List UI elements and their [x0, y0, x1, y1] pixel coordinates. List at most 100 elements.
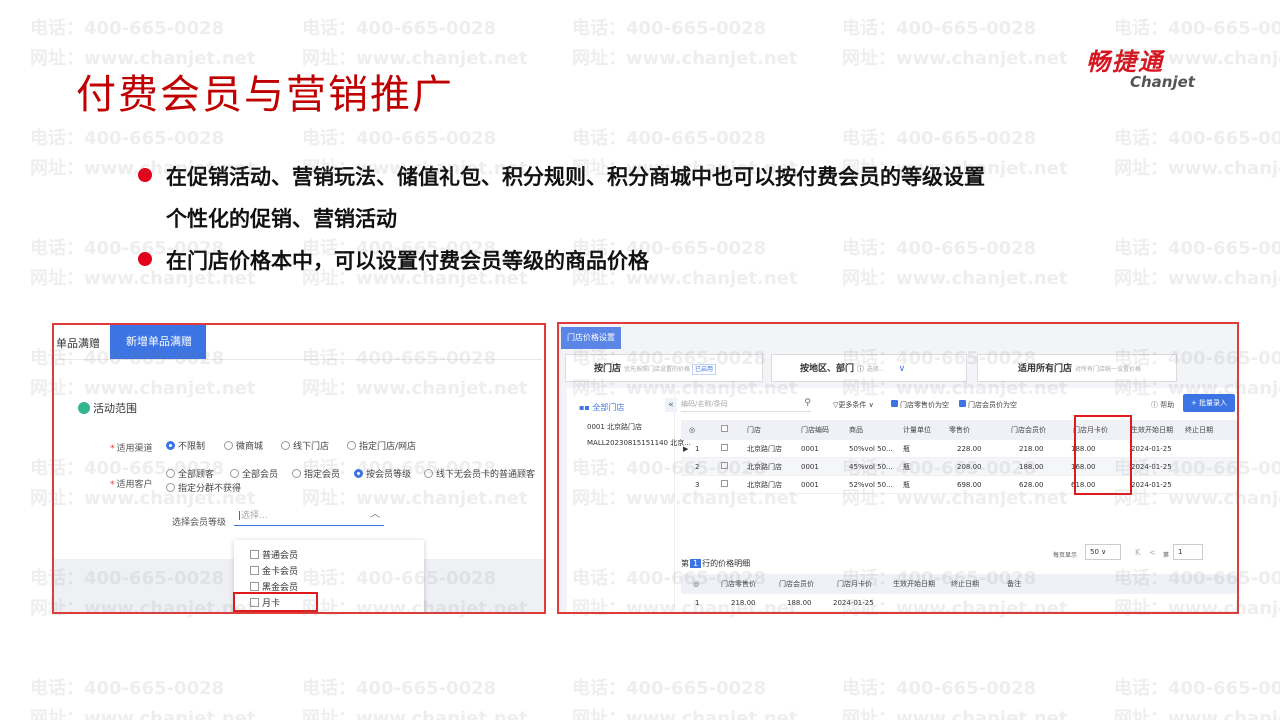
radio-label: 线下门店 [293, 442, 330, 452]
channel-radio-wechat[interactable]: 微商城 [224, 439, 263, 452]
tree-item-store[interactable]: 0001 北京路门店 [587, 422, 642, 432]
page-input[interactable]: 1 [1173, 544, 1203, 560]
channel-radio-unlimited[interactable]: 不限制 [166, 439, 205, 452]
checkbox-label: 门店会员价为空 [968, 401, 1017, 409]
mode-card-by-region[interactable]: 按地区、部门 ⓘ 选择... ∨ [771, 354, 967, 382]
radio-label: 全部顾客 [178, 470, 215, 480]
tree-item-store[interactable]: MALL20230815151140 北京... [587, 438, 691, 448]
level-option-gold[interactable]: 金卡会员 [250, 564, 298, 577]
customer-label: * 适用客户 [110, 480, 153, 490]
first-page-button[interactable]: K [1135, 548, 1140, 557]
filter-label: 更多条件 [838, 401, 867, 409]
table-cell: 0001 [801, 481, 819, 489]
member-empty-checkbox[interactable]: 门店会员价为空 [959, 400, 1017, 410]
column-header: 生效开始日期 [893, 580, 935, 588]
column-header: 门店编码 [801, 426, 829, 434]
watermark-text: 电话：400-665-0028网址：www.chanjet.net [1114, 128, 1280, 179]
table-cell: 50%vol 50... [849, 445, 893, 453]
logo-cn-text: 畅捷通 [1086, 48, 1164, 76]
channel-label: * 适用渠道 [110, 444, 153, 454]
price-table: ◎ 门店 门店编码 商品 计量单位 零售价 门店会员价 门店月卡价 生效开始日期 终止日期 ▶ 1 北京… [681, 420, 1237, 494]
bullet-item: 在门店价格本中，可以设置付费会员等级的商品价格 [136, 240, 1136, 282]
slide-title: 付费会员与营销推广 [76, 72, 454, 118]
table-cell: 218.00 [1019, 445, 1044, 453]
table-cell: 208.00 [957, 463, 982, 471]
tab-label: 新增单品满赠 [126, 335, 192, 348]
table-row[interactable]: 2 北京路门店 0001 45%vol 50... 瓶 208.00 188.00 168.0… [681, 458, 1237, 476]
table-cell: 1 [695, 599, 700, 607]
grid-icon: ▪▪ [579, 403, 593, 412]
card-desc: 优先按照门店设置的价格 [624, 366, 691, 373]
bullet-dot-icon [138, 168, 152, 182]
table-row[interactable]: 3 北京路门店 0001 52%vol 50... 瓶 698.00 628.00 618.0… [681, 476, 1237, 494]
help-link[interactable]: ⓘ 帮助 [1151, 400, 1174, 410]
prev-page-button[interactable]: < [1149, 548, 1156, 557]
row-checkbox[interactable] [721, 458, 728, 476]
help-label: 帮助 [1160, 401, 1175, 409]
tree-root-all-stores[interactable]: ▪▪ 全部门店 [579, 402, 624, 413]
collapse-icon[interactable]: « [665, 398, 677, 412]
retail-empty-checkbox[interactable]: 门店零售价为空 [891, 400, 949, 410]
table-row[interactable]: ▶ 1 北京路门店 0001 50%vol 50... 瓶 228.00 218.00 188.… [681, 440, 1237, 458]
table-cell: 698.00 [957, 481, 982, 489]
radio-label: 指定门店/网店 [359, 442, 417, 452]
table-cell: 0001 [801, 463, 819, 471]
card-title: 按门店 [594, 364, 622, 374]
store-tree: ▪▪ 全部门店 0001 北京路门店 MALL20230815151140 北京… [567, 388, 691, 612]
customer-radio-no-card[interactable]: 线下无会员卡的普通顾客 [424, 467, 535, 480]
customer-radio-specified[interactable]: 指定会员 [292, 467, 340, 480]
row-checkbox[interactable] [721, 476, 728, 494]
table-cell: 2 [695, 463, 700, 471]
watermark-text: 电话：400-665-0028网址：www.chanjet.net [1114, 678, 1280, 720]
per-page-select[interactable]: 50 ∨ [1085, 544, 1121, 560]
customer-radio-all[interactable]: 全部顾客 [166, 467, 214, 480]
select-all-checkbox[interactable] [721, 420, 728, 440]
column-header: 门店会员价 [1011, 426, 1046, 434]
radio-label: 指定会员 [304, 470, 341, 480]
bullet-item: 在促销活动、营销玩法、储值礼包、积分规则、积分商城中也可以按付费会员的等级设置 [136, 156, 1136, 198]
customer-radio-all-members[interactable]: 全部会员 [230, 467, 278, 480]
chevron-down-icon: ∨ [868, 401, 874, 409]
column-header: ◎ [689, 426, 696, 434]
watermark-text: 电话：400-665-0028网址：www.chanjet.net [30, 678, 256, 720]
table-cell: 北京路门店 [747, 481, 782, 489]
watermark-text: 电话：400-665-0028网址：www.chanjet.net [842, 18, 1068, 69]
search-input[interactable]: 编码/名称/条码 ⚲ [681, 396, 811, 412]
table-cell: 218.00 [731, 599, 756, 607]
table-cell: 2024-01-25 [1131, 445, 1172, 453]
chevron-up-icon[interactable]: ︿ [370, 507, 380, 523]
channel-radio-specified[interactable]: 指定门店/网店 [347, 439, 416, 452]
row-checkbox[interactable] [721, 440, 728, 458]
detail-row[interactable]: 1 218.00 188.00 2024-01-25 [681, 594, 1237, 612]
mode-card-by-store[interactable]: 按门店 优先按照门店设置的价格 已启用 [565, 354, 763, 382]
search-icon[interactable]: ⚲ [804, 395, 811, 411]
tab-new-single-gift[interactable]: 新增单品满赠 × [110, 325, 206, 382]
label-text: 适用渠道 [116, 444, 153, 454]
table-cell: 2024-01-25 [1131, 481, 1172, 489]
tab-store-price[interactable]: 门店价格设置 [561, 327, 621, 349]
watermark-text: 电话：400-665-0028网址：www.chanjet.net [842, 678, 1068, 720]
radio-label: 全部会员 [242, 470, 279, 480]
table-cell: 瓶 [903, 445, 910, 453]
table-cell: 3 [695, 481, 700, 489]
tab-single-gift[interactable]: 单品满赠 [56, 335, 100, 351]
card-title: 按地区、部门 [800, 364, 855, 374]
customer-radio-exclude-group[interactable]: 指定分群不获得 [166, 481, 241, 494]
batch-add-button[interactable]: + 批量录入 [1183, 394, 1235, 412]
bullet-item-continuation: 个性化的促销、营销活动 [136, 198, 1136, 240]
price-main-area: ▪▪ 全部门店 0001 北京路门店 MALL20230815151140 北京… [567, 388, 1237, 612]
option-label: 金卡会员 [262, 567, 299, 577]
mode-card-all-stores[interactable]: 适用所有门店 对所有门店统一设置价格 [977, 354, 1177, 382]
table-cell: 1 [695, 445, 700, 453]
customer-radio-by-level[interactable]: 按会员等级 [354, 467, 411, 480]
tab-bar: 单品满赠 新增单品满赠 × [54, 325, 544, 382]
logo-en-text: Chanjet [1130, 73, 1195, 91]
chevron-down-icon[interactable]: ∨ [899, 364, 906, 374]
bullet-text: 个性化的促销、营销活动 [166, 207, 397, 231]
more-filter-button[interactable]: ▽更多条件 ∨ [833, 400, 874, 410]
channel-radio-offline[interactable]: 线下门店 [281, 439, 329, 452]
level-option-normal[interactable]: 普通会员 [250, 548, 298, 561]
table-cell: 52%vol 50... [849, 481, 893, 489]
help-icon: ⓘ [1151, 401, 1161, 409]
level-select[interactable]: |选择... ︿ [234, 508, 384, 526]
